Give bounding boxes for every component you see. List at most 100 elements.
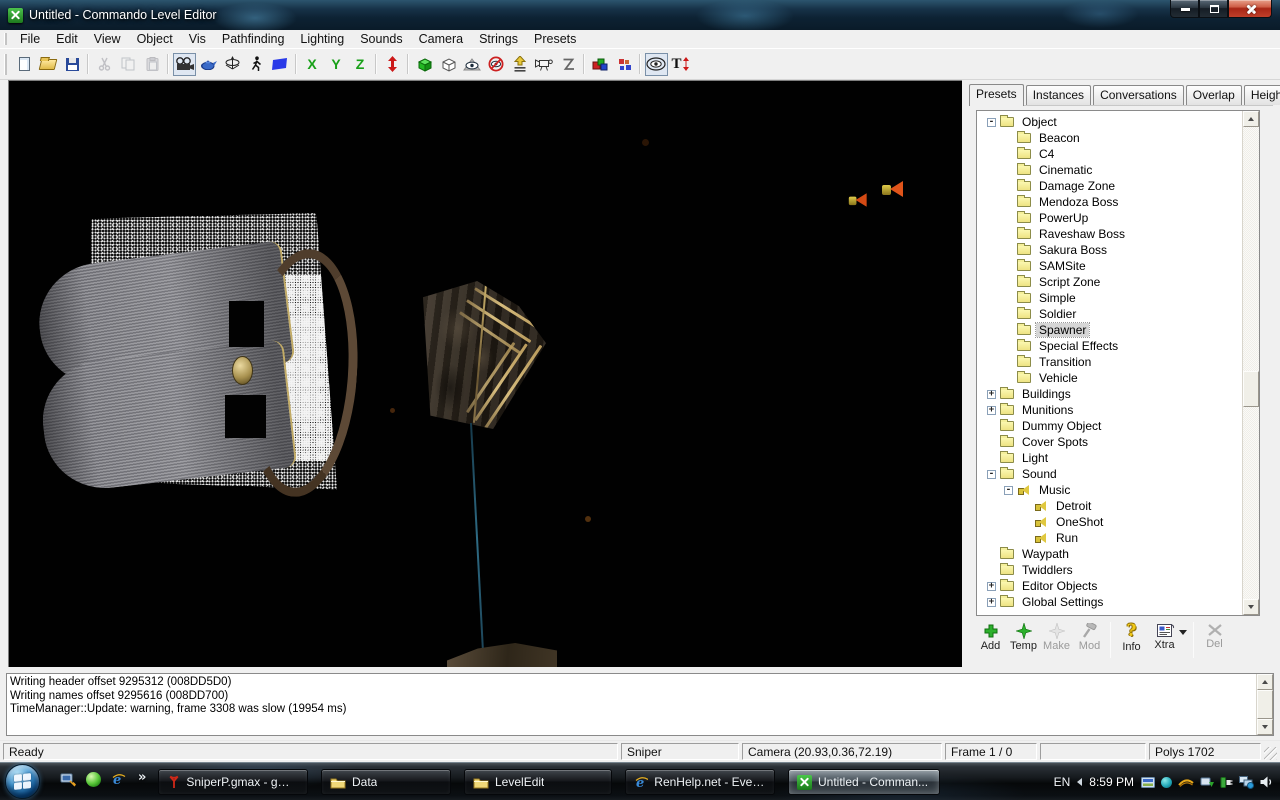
xtra-dropdown-icon[interactable]: [1179, 630, 1187, 635]
tree-item-cover-spots[interactable]: Cover Spots: [977, 434, 1242, 450]
log-scrollbar[interactable]: [1256, 674, 1273, 735]
scroll-up-icon[interactable]: [1243, 111, 1259, 127]
tree-item-sakura-boss[interactable]: Sakura Boss: [977, 242, 1242, 258]
tray-tray-app[interactable]: [1141, 777, 1155, 788]
expand-toggle[interactable]: +: [987, 406, 996, 415]
tree-item-buildings[interactable]: +Buildings: [977, 386, 1242, 402]
scroll-down-icon[interactable]: [1257, 719, 1273, 735]
taskbar-button-untitled-comman[interactable]: Untitled - Comman...: [788, 769, 940, 795]
quicklaunch-overflow-chevron[interactable]: »: [138, 771, 146, 784]
tree-item-script-zone[interactable]: Script Zone: [977, 274, 1242, 290]
orbit-gizmo-button[interactable]: [221, 53, 244, 76]
taskbar-button-data[interactable]: Data: [321, 769, 451, 795]
taskbar-button-leveledit[interactable]: LevelEdit: [464, 769, 612, 795]
tree-item-sound[interactable]: -Sound: [977, 466, 1242, 482]
menu-vis[interactable]: Vis: [181, 31, 214, 47]
quicklaunch-ie[interactable]: e: [111, 772, 126, 787]
menu-sounds[interactable]: Sounds: [352, 31, 410, 47]
tree-item-powerup[interactable]: PowerUp: [977, 210, 1242, 226]
language-indicator[interactable]: EN: [1054, 775, 1071, 789]
menu-camera[interactable]: Camera: [411, 31, 471, 47]
tree-item-detroit[interactable]: Detroit: [977, 498, 1242, 514]
tab-instances[interactable]: Instances: [1026, 85, 1091, 105]
taskbar-button-renhelp-net-every[interactable]: eRenHelp.net - Every...: [625, 769, 775, 795]
show-geometry-button[interactable]: [461, 53, 484, 76]
tree-item-dummy-object[interactable]: Dummy Object: [977, 418, 1242, 434]
tree-item-object[interactable]: -Object: [977, 114, 1242, 130]
cut-button[interactable]: [93, 53, 116, 76]
axis-y-button[interactable]: Y: [325, 53, 348, 76]
tree-item-damage-zone[interactable]: Damage Zone: [977, 178, 1242, 194]
render-preview-button[interactable]: [197, 53, 220, 76]
sound-marker-icon[interactable]: [849, 192, 869, 207]
tray-tray-ball[interactable]: [1161, 777, 1172, 788]
axis-z-button[interactable]: Z: [349, 53, 372, 76]
expand-toggle[interactable]: +: [987, 390, 996, 399]
tab-presets[interactable]: Presets: [969, 84, 1024, 106]
titlebar[interactable]: Untitled - Commando Level Editor: [0, 0, 1280, 30]
quicklaunch-media-orb[interactable]: [86, 772, 101, 787]
tree-item-simple[interactable]: Simple: [977, 290, 1242, 306]
taskbar-button-sniperp-gmax-gma[interactable]: SniperP.gmax - gma...: [158, 769, 308, 795]
xtra-button[interactable]: Xtra: [1148, 620, 1181, 666]
menu-presets[interactable]: Presets: [526, 31, 584, 47]
tray-network[interactable]: [1239, 776, 1254, 789]
make-button[interactable]: Make: [1040, 620, 1073, 666]
move-vertical-button[interactable]: [381, 53, 404, 76]
collapse-toggle[interactable]: -: [1004, 486, 1013, 495]
new-file-button[interactable]: [13, 53, 36, 76]
camera-profile-button[interactable]: [533, 53, 556, 76]
color-cubes-button[interactable]: [589, 53, 612, 76]
log-scroll-thumb[interactable]: [1257, 690, 1273, 719]
sound-marker-icon[interactable]: [882, 180, 906, 198]
tree-scrollbar[interactable]: [1242, 111, 1259, 615]
object-markers-button[interactable]: [613, 53, 636, 76]
tree-item-twiddlers[interactable]: Twiddlers: [977, 562, 1242, 578]
collapse-toggle[interactable]: -: [987, 118, 996, 127]
visibility-toggle-button[interactable]: [645, 53, 668, 76]
tree-item-light[interactable]: Light: [977, 450, 1242, 466]
scroll-up-icon[interactable]: [1257, 674, 1273, 690]
tree-item-munitions[interactable]: +Munitions: [977, 402, 1242, 418]
tree-item-waypath[interactable]: Waypath: [977, 546, 1242, 562]
start-button[interactable]: [5, 764, 40, 799]
bottom-panel-object[interactable]: [447, 643, 557, 667]
tree-item-vehicle[interactable]: Vehicle: [977, 370, 1242, 386]
silo-object[interactable]: [39, 249, 324, 495]
tree-item-beacon[interactable]: Beacon: [977, 130, 1242, 146]
tree-item-raveshaw-boss[interactable]: Raveshaw Boss: [977, 226, 1242, 242]
wireframe-view-button[interactable]: [437, 53, 460, 76]
clock[interactable]: 8:59 PM: [1089, 775, 1134, 789]
drop-to-ground-button[interactable]: [509, 53, 532, 76]
minimize-button[interactable]: [1170, 0, 1199, 18]
menu-object[interactable]: Object: [129, 31, 181, 47]
tray-volume[interactable]: [1260, 776, 1274, 788]
menu-strings[interactable]: Strings: [471, 31, 526, 47]
hide-geometry-button[interactable]: [485, 53, 508, 76]
tray-tray-swoosh[interactable]: [1178, 777, 1194, 787]
open-file-button[interactable]: [37, 53, 60, 76]
tree-scroll-thumb[interactable]: [1243, 371, 1259, 407]
menu-lighting[interactable]: Lighting: [292, 31, 352, 47]
del-button[interactable]: Del: [1198, 620, 1231, 666]
tree-item-samsite[interactable]: SAMSite: [977, 258, 1242, 274]
tab-overlap[interactable]: Overlap: [1186, 85, 1242, 105]
paste-button[interactable]: [141, 53, 164, 76]
tree-item-soldier[interactable]: Soldier: [977, 306, 1242, 322]
expand-toggle[interactable]: +: [987, 598, 996, 607]
armor-panel-object[interactable]: [423, 281, 546, 429]
menu-file[interactable]: File: [12, 31, 48, 47]
mod-button[interactable]: Mod: [1073, 620, 1106, 666]
add-button[interactable]: Add: [974, 620, 1007, 666]
tray-power-plug[interactable]: [1220, 776, 1233, 789]
text-labels-button[interactable]: T: [669, 53, 692, 76]
copy-button[interactable]: [117, 53, 140, 76]
tree-item-spawner[interactable]: Spawner: [977, 322, 1242, 338]
maximize-button[interactable]: [1199, 0, 1228, 18]
tree-item-cinematic[interactable]: Cinematic: [977, 162, 1242, 178]
tray-chevron-icon[interactable]: [1077, 778, 1082, 786]
axis-x-button[interactable]: X: [301, 53, 324, 76]
info-button[interactable]: ?Info: [1115, 620, 1148, 666]
tree-item-global-settings[interactable]: +Global Settings: [977, 594, 1242, 610]
resize-grip[interactable]: [1264, 747, 1277, 760]
